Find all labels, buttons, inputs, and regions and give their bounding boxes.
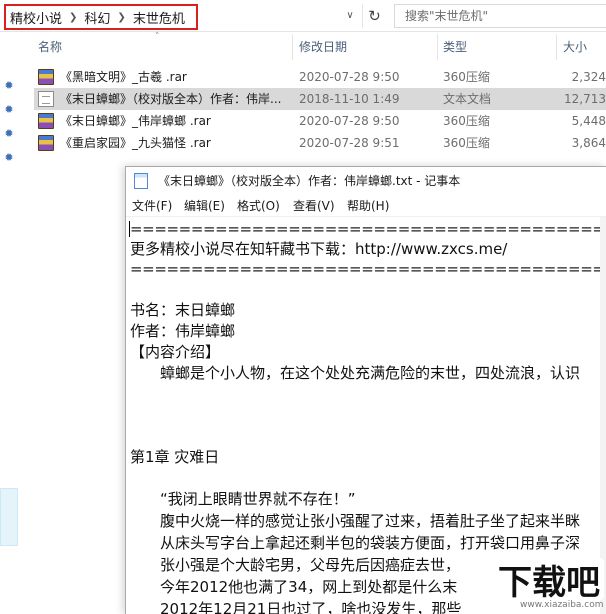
notepad-window[interactable]: 《末日蟑螂》（校对版全本）作者：伟岸蟑螂.txt - 记事本 文件(F) 编辑(… [125, 166, 606, 614]
file-date: 2020-07-28 9:51 [299, 136, 400, 150]
breadcrumb-item-moshi[interactable]: 末世危机 [133, 8, 185, 27]
rar-archive-icon [38, 69, 54, 85]
file-date: 2020-07-28 9:50 [299, 114, 400, 128]
menu-view[interactable]: 查看(V) [293, 195, 335, 217]
column-header-type[interactable]: 类型 [443, 32, 467, 62]
breadcrumb-item-kehuan[interactable]: 科幻 [84, 8, 110, 27]
rar-archive-icon [38, 135, 54, 151]
text-line: 第1章 灾难日 [130, 448, 220, 466]
text-line: 2012年12月21日也过了，啥也没发生，那些 [130, 600, 462, 614]
text-line: 从床头写字台上拿起还剩半包的袋装方便面，打开袋口用鼻子深 [130, 534, 581, 552]
file-size: 3,864 [571, 136, 606, 150]
pin-icon[interactable]: ✹ [3, 128, 15, 140]
refresh-icon[interactable]: ↻ [362, 4, 386, 28]
column-header-date[interactable]: 修改日期 [299, 32, 347, 62]
column-header-name[interactable]: 名称 [38, 32, 62, 62]
notepad-titlebar[interactable]: 《末日蟑螂》（校对版全本）作者：伟岸蟑螂.txt - 记事本 [126, 167, 606, 195]
text-file-icon [38, 91, 54, 107]
file-type: 文本文档 [443, 92, 492, 106]
text-line: 书名：末日蟑螂 [130, 301, 236, 319]
text-line: 今年2012他也满了34，网上到处都是什么末 [130, 578, 458, 596]
pin-icon[interactable]: ✹ [3, 80, 15, 92]
rar-archive-icon [38, 113, 54, 129]
notepad-text-area[interactable]: ========================================… [126, 217, 606, 614]
sort-ascending-icon: ˄ [155, 32, 160, 42]
notepad-vertical-scrollbar[interactable] [600, 217, 606, 614]
text-line: 腹中火烧一样的感觉让张小强醒了过来，捂着肚子坐了起来半眯 [130, 512, 581, 530]
text-line: ========================================… [130, 220, 606, 238]
text-line: 【内容介绍】 [130, 343, 221, 361]
file-row[interactable]: 《黑暗文明》_古羲 .rar 2020-07-28 9:50 360压缩 2,3… [34, 66, 606, 88]
file-size: 2,324 [571, 70, 606, 84]
menu-file[interactable]: 文件(F) [132, 195, 172, 217]
text-line: 蟑螂是个小人物，在这个处处充满危险的末世，四处流浪，认识 [130, 364, 581, 382]
file-type: 360压缩 [443, 70, 490, 84]
text-line: “我闭上眼睛世界就不存在！” [130, 490, 356, 508]
file-row[interactable]: 《末日蟑螂》（校对版全本）作者：伟岸... 2018-11-10 1:49 文本… [34, 88, 606, 110]
breadcrumb[interactable]: 精校小说 ❯ 科幻 ❯ 末世危机 [4, 4, 198, 30]
breadcrumb-chevron-icon: ❯ [69, 11, 78, 23]
text-line: 作者：伟岸蟑螂 [130, 322, 236, 340]
column-divider[interactable] [437, 34, 438, 60]
file-size: 5,448 [571, 114, 606, 128]
pin-icon[interactable]: ✹ [3, 152, 15, 164]
address-bar: 精校小说 ❯ 科幻 ❯ 末世危机 ∨ ↻ 搜索"末世危机" [0, 0, 606, 32]
text-line: 更多精校小说尽在知轩藏书下载：http://www.zxcs.me/ [130, 240, 508, 258]
nav-selected-item[interactable] [0, 488, 18, 546]
file-name: 《黑暗文明》_古羲 .rar [60, 70, 187, 84]
file-name: 《重启家园》_九头猫怪 .rar [60, 136, 211, 150]
menu-help[interactable]: 帮助(H) [347, 195, 389, 217]
file-size: 12,713 [564, 92, 606, 106]
text-line: 张小强是个大龄宅男，父母先后因癌症去世， [130, 556, 461, 574]
column-header-size[interactable]: 大小 [563, 32, 587, 62]
column-divider[interactable] [556, 34, 557, 60]
address-dropdown-icon[interactable]: ∨ [342, 7, 358, 25]
file-type: 360压缩 [443, 114, 490, 128]
notepad-icon [134, 173, 148, 189]
file-name: 《末日蟑螂》（校对版全本）作者：伟岸... [60, 92, 282, 106]
column-divider[interactable] [292, 34, 293, 60]
file-row[interactable]: 《重启家园》_九头猫怪 .rar 2020-07-28 9:51 360压缩 3… [34, 132, 606, 154]
breadcrumb-item-jingxiao[interactable]: 精校小说 [10, 8, 62, 27]
file-date: 2018-11-10 1:49 [299, 92, 400, 106]
navigation-pane: ✹ ✹ ✹ ✹ [0, 32, 20, 614]
menu-edit[interactable]: 编辑(E) [184, 195, 225, 217]
file-name: 《末日蟑螂》_伟岸蟑螂 .rar [60, 114, 211, 128]
pin-icon[interactable]: ✹ [3, 104, 15, 116]
watermark-site: www.xiazaiba.com [520, 600, 604, 610]
notepad-menubar: 文件(F) 编辑(E) 格式(O) 查看(V) 帮助(H) [126, 195, 606, 217]
file-type: 360压缩 [443, 136, 490, 150]
file-row[interactable]: 《末日蟑螂》_伟岸蟑螂 .rar 2020-07-28 9:50 360压缩 5… [34, 110, 606, 132]
breadcrumb-chevron-icon: ❯ [117, 11, 126, 23]
file-date: 2020-07-28 9:50 [299, 70, 400, 84]
text-line: ========================================… [130, 260, 606, 278]
notepad-title: 《末日蟑螂》（校对版全本）作者：伟岸蟑螂.txt - 记事本 [158, 174, 461, 188]
menu-format[interactable]: 格式(O) [237, 195, 280, 217]
search-input[interactable]: 搜索"末世危机" [394, 4, 606, 28]
logo-text: 下载吧 [498, 563, 600, 603]
